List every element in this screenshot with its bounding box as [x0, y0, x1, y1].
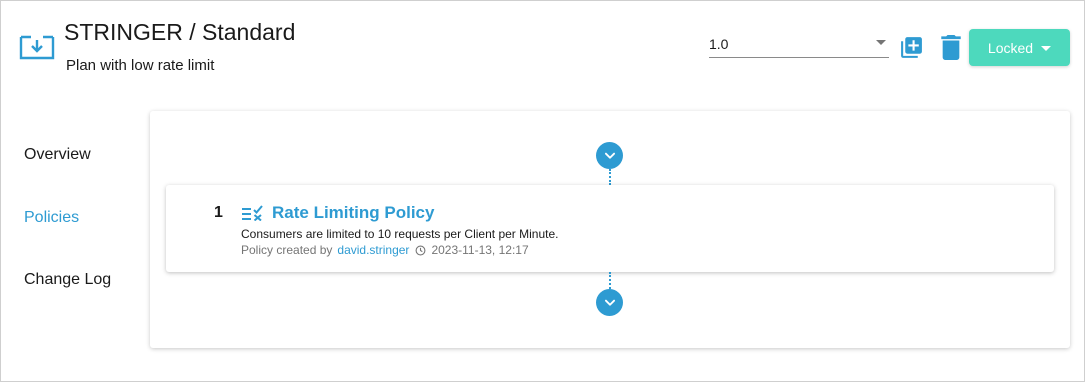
expand-top-button[interactable] — [596, 142, 623, 169]
plan-import-icon — [19, 35, 55, 60]
sidebar-item-policies[interactable]: Policies — [24, 209, 79, 227]
expand-bottom-button[interactable] — [596, 289, 623, 316]
new-version-button[interactable] — [899, 35, 924, 60]
sidebar-item-change-log[interactable]: Change Log — [24, 271, 111, 289]
locked-status-label: Locked — [987, 39, 1034, 56]
policy-meta: Policy created by david.stringer 2023-11… — [241, 243, 529, 257]
policy-created-by-label: Policy created by — [241, 243, 333, 257]
page-subtitle: Plan with low rate limit — [66, 57, 215, 74]
chevron-down-icon — [604, 299, 615, 306]
policy-index: 1 — [214, 204, 223, 221]
policy-author-link[interactable]: david.stringer — [337, 243, 409, 257]
page-title: STRINGER / Standard — [64, 19, 296, 45]
caret-down-icon — [1041, 46, 1052, 51]
policy-name-link[interactable]: Rate Limiting Policy — [272, 203, 434, 223]
version-select[interactable]: 1.0 — [709, 32, 889, 58]
locked-status-button[interactable]: Locked — [969, 29, 1070, 66]
rate-limit-icon — [242, 205, 263, 221]
sidebar-item-overview[interactable]: Overview — [24, 146, 91, 164]
delete-button[interactable] — [941, 35, 961, 60]
policy-timestamp: 2023-11-13, 12:17 — [431, 243, 529, 257]
connector-line — [609, 272, 611, 289]
policy-description: Consumers are limited to 10 requests per… — [241, 227, 559, 241]
chevron-down-icon — [876, 40, 886, 45]
version-select-value: 1.0 — [709, 36, 729, 52]
chevron-down-icon — [604, 152, 615, 159]
clock-icon — [415, 245, 426, 255]
connector-line — [609, 169, 611, 185]
